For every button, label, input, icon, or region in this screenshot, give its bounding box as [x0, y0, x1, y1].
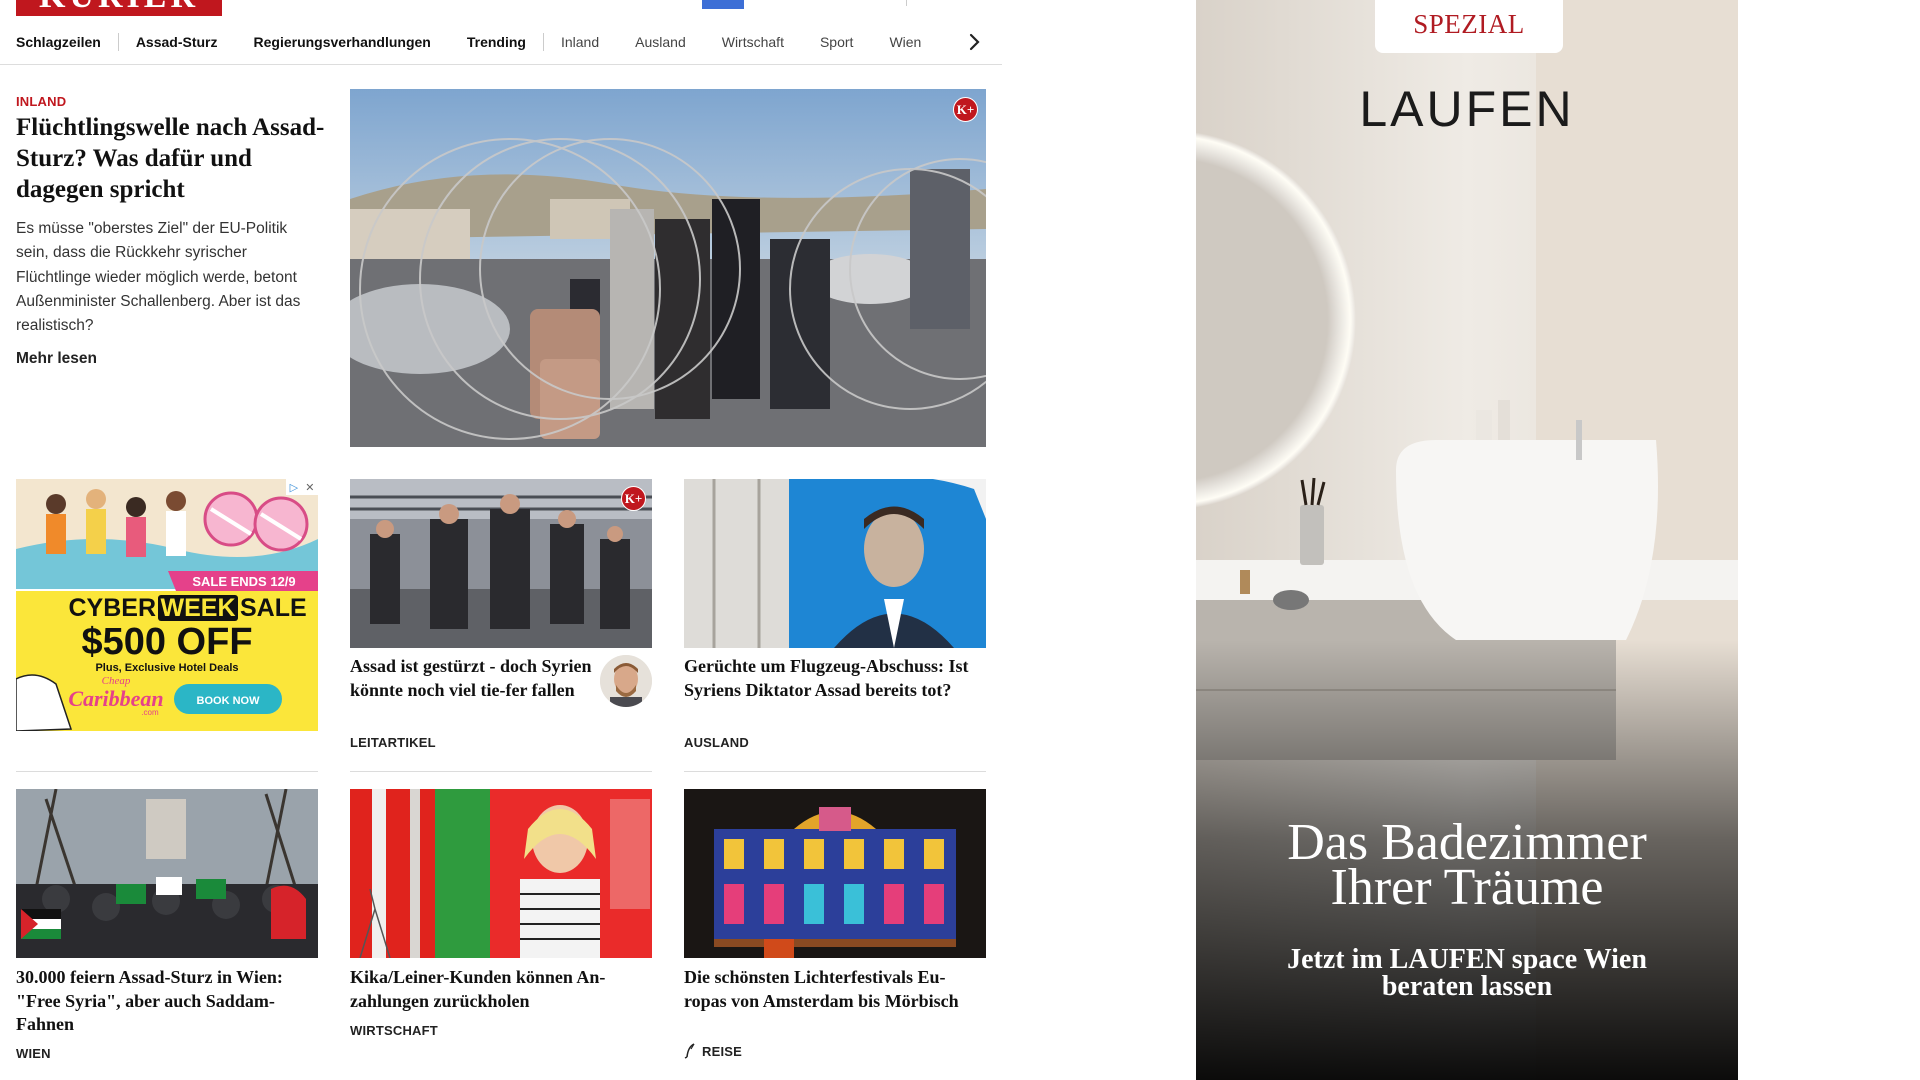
- ad-cyber: CYBER: [68, 594, 156, 622]
- ad-sale: SALE: [240, 594, 307, 622]
- card-title[interactable]: Assad ist gestürzt - doch Syrien könnte …: [350, 655, 595, 702]
- nav-separator: [117, 33, 119, 51]
- card-photo[interactable]: K+: [350, 479, 652, 648]
- card-photo[interactable]: [684, 479, 986, 648]
- site-logo[interactable]: KURIER: [16, 0, 222, 16]
- nav-item-wirtschaft[interactable]: Wirtschaft: [722, 34, 784, 50]
- laufen-logo: LAUFEN: [1359, 81, 1575, 137]
- card-photo[interactable]: [16, 789, 318, 958]
- header-tab-indicator: [702, 0, 744, 9]
- card-category[interactable]: WIRTSCHAFT: [350, 1023, 438, 1038]
- nav-item-ausland[interactable]: Ausland: [635, 34, 686, 50]
- section-nav: Schlagzeilen Assad-Sturz Regierungsverha…: [0, 20, 1002, 65]
- header-divider: [906, 0, 907, 6]
- row-divider: [684, 771, 986, 772]
- ad-subline: Jetzt im LAUFEN space Wien beraten lasse…: [1196, 944, 1738, 1002]
- card-title[interactable]: Gerüchte um Flugzeug-Abschuss: Ist Syrie…: [684, 655, 984, 702]
- card-category[interactable]: LEITARTIKEL: [350, 735, 436, 750]
- nav-item-schlagzeilen[interactable]: Schlagzeilen: [16, 34, 101, 50]
- ad-info-icon[interactable]: ▷: [290, 481, 298, 494]
- ad-sub: Plus, Exclusive Hotel Deals: [95, 662, 238, 674]
- nav-item-wien[interactable]: Wien: [889, 34, 921, 50]
- ad-laufen[interactable]: SPEZIAL LAUFEN Das Badezimmer Ihrer Träu…: [1196, 0, 1738, 1080]
- author-avatar[interactable]: [600, 655, 652, 707]
- ad-book-now[interactable]: BOOK NOW: [197, 695, 261, 707]
- lead-kicker[interactable]: INLAND: [16, 94, 66, 109]
- ad-headline-line2: Ihrer Träume: [1330, 859, 1604, 916]
- row-divider: [350, 771, 652, 772]
- read-more-link[interactable]: Mehr lesen: [16, 350, 97, 368]
- card-title[interactable]: Die schönsten Lichterfestivals Eu-ropas …: [684, 966, 984, 1013]
- chevron-right-icon[interactable]: [964, 31, 986, 53]
- card-title[interactable]: Kika/Leiner-Kunden können An-zahlungen z…: [350, 966, 650, 1013]
- ad-brand-suffix: .com: [141, 708, 159, 717]
- site-logo-text: KURIER: [39, 0, 199, 14]
- card-photo[interactable]: [350, 789, 652, 958]
- ad-cyber-week[interactable]: SALE ENDS 12/9 CYBER WEEK SALE $500 OFF …: [16, 479, 318, 731]
- lead-teaser: Es müsse "oberstes Ziel" der EU-Politik …: [16, 220, 301, 335]
- card-category-row: REISE: [684, 1043, 742, 1059]
- nav-item-inland[interactable]: Inland: [561, 34, 599, 50]
- nav-item-regierungsverhandlungen[interactable]: Regierungsverhandlungen: [254, 34, 431, 50]
- kplus-badge: K+: [621, 486, 646, 511]
- ad-week: WEEK: [161, 594, 236, 622]
- ad-headline: Das Badezimmer Ihrer Träume: [1196, 817, 1738, 916]
- card-category[interactable]: REISE: [702, 1044, 742, 1059]
- ad-subline-line1: Jetzt im LAUFEN space Wien: [1287, 944, 1647, 975]
- ad-amount: $500 OFF: [81, 621, 252, 663]
- kplus-badge: K+: [953, 97, 978, 122]
- kplus-badge-text: K+: [956, 101, 975, 117]
- ad-choices-icon[interactable]: ▷ ✕: [286, 479, 318, 495]
- card-title[interactable]: 30.000 feiern Assad-Sturz in Wien: "Free…: [16, 966, 316, 1037]
- card-category[interactable]: WIEN: [16, 1046, 51, 1061]
- ad-spezial-tag: SPEZIAL: [1375, 0, 1563, 53]
- ad-sale-ends: SALE ENDS 12/9: [192, 574, 295, 589]
- kplus-badge-text: K+: [624, 490, 643, 506]
- row-divider: [16, 771, 318, 772]
- card-category[interactable]: AUSLAND: [684, 735, 749, 750]
- lead-title[interactable]: Flüchtlingswelle nach Assad-Sturz? Was d…: [16, 112, 336, 205]
- lead-photo[interactable]: K+: [350, 89, 986, 447]
- card-photo[interactable]: [684, 789, 986, 958]
- ad-subline-line2: beraten lassen: [1381, 971, 1553, 1002]
- reise-quill-icon: [684, 1043, 696, 1059]
- nav-item-trending[interactable]: Trending: [467, 34, 526, 50]
- ad-close-icon[interactable]: ✕: [305, 481, 314, 494]
- nav-separator: [542, 33, 544, 51]
- nav-item-assad-sturz[interactable]: Assad-Sturz: [136, 34, 218, 50]
- nav-item-sport[interactable]: Sport: [820, 34, 853, 50]
